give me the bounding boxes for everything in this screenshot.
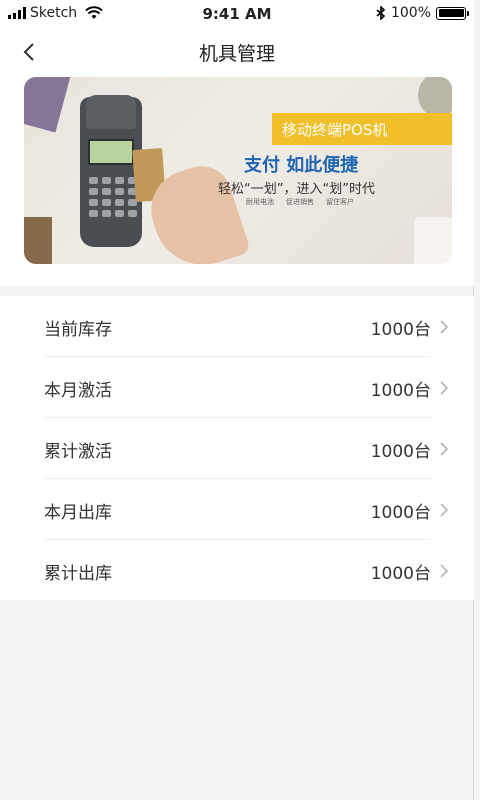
status-right: 100% xyxy=(376,5,469,21)
chevron-right-icon xyxy=(440,442,449,456)
list-item-value: 1000台 xyxy=(370,320,431,340)
list-item-label: 累计出库 xyxy=(44,564,112,584)
app-screen: Sketch 9:41 AM 100% 机具管理 移动终端POS机 支付 如此便… xyxy=(0,0,474,800)
banner-subline: 轻松“一划”，进入“划”时代 xyxy=(218,182,375,197)
list-item-month-activated[interactable]: 本月激活 1000台 xyxy=(44,357,449,418)
decor-wood xyxy=(24,217,52,264)
chevron-right-icon xyxy=(440,503,449,517)
banner-tag: 促进销售 xyxy=(286,198,314,206)
page-title: 机具管理 xyxy=(198,43,275,65)
decor-plant xyxy=(418,77,452,117)
list-item-value: 1000台 xyxy=(370,442,431,462)
banner-ribbon: 移动终端POS机 xyxy=(272,113,452,145)
list-item-total-outbound[interactable]: 累计出库 1000台 xyxy=(44,540,449,601)
chevron-right-icon xyxy=(440,320,449,334)
decor-flowers xyxy=(24,77,71,133)
list-item-month-outbound[interactable]: 本月出库 1000台 xyxy=(44,479,449,540)
list-item-value: 1000台 xyxy=(370,381,431,401)
banner-ribbon-text: 移动终端POS机 xyxy=(282,121,388,139)
banner-tag: 留住客户 xyxy=(326,198,354,206)
decor-paper xyxy=(414,217,452,264)
bluetooth-icon xyxy=(376,6,386,20)
list-item-value: 1000台 xyxy=(370,564,431,584)
banner-headline: 支付 如此便捷 xyxy=(244,155,359,176)
list-item-label: 本月出库 xyxy=(44,503,112,523)
banner-tag: 耐用电池 xyxy=(246,198,274,206)
battery-icon xyxy=(436,6,469,20)
chevron-right-icon xyxy=(440,564,449,578)
battery-percent: 100% xyxy=(390,5,431,21)
status-bar: Sketch 9:41 AM 100% xyxy=(0,0,474,28)
list-item-current-stock[interactable]: 当前库存 1000台 xyxy=(44,296,449,357)
nav-bar: 机具管理 xyxy=(0,28,474,76)
list-item-label: 本月激活 xyxy=(44,381,112,401)
list-item-label: 当前库存 xyxy=(44,320,112,340)
list-item-value: 1000台 xyxy=(370,503,431,523)
promo-banner[interactable]: 移动终端POS机 支付 如此便捷 轻松“一划”，进入“划”时代 耐用电池 促进销… xyxy=(24,77,452,264)
list-item-total-activated[interactable]: 累计激活 1000台 xyxy=(44,418,449,479)
list-item-label: 累计激活 xyxy=(44,442,112,462)
stats-list: 当前库存 1000台 本月激活 1000台 累计激活 1000台 本月出库 10… xyxy=(0,296,474,600)
chevron-right-icon xyxy=(440,381,449,395)
banner-section: 移动终端POS机 支付 如此便捷 轻松“一划”，进入“划”时代 耐用电池 促进销… xyxy=(0,76,474,286)
pos-terminal-image xyxy=(80,95,142,247)
banner-tags: 耐用电池 促进销售 留住客户 xyxy=(246,197,354,207)
